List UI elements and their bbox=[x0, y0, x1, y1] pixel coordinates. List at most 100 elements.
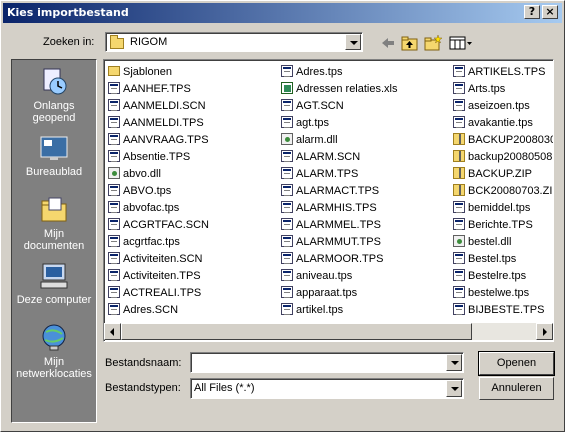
file-name: backup20080508 bbox=[468, 151, 553, 163]
file-item[interactable]: bestelwe.tps bbox=[449, 285, 553, 302]
document-icon bbox=[281, 303, 293, 315]
document-icon bbox=[453, 218, 465, 230]
file-item[interactable]: Activiteiten.SCN bbox=[104, 251, 277, 268]
place-my-documents[interactable]: Mijn documenten bbox=[12, 194, 96, 252]
file-item[interactable]: aniveau.tps bbox=[277, 268, 449, 285]
document-icon bbox=[281, 218, 293, 230]
file-item[interactable]: Berichte.TPS bbox=[449, 217, 553, 234]
file-item[interactable]: bestel.dll bbox=[449, 234, 553, 251]
file-item[interactable]: avakantie.tps bbox=[449, 115, 553, 132]
new-folder-icon bbox=[424, 34, 443, 51]
document-icon bbox=[108, 235, 120, 247]
file-item[interactable]: ALARM.TPS bbox=[277, 166, 449, 183]
scroll-left-button[interactable] bbox=[104, 323, 121, 340]
file-item[interactable]: AGT.SCN bbox=[277, 98, 449, 115]
file-item[interactable]: Sjablonen bbox=[104, 64, 277, 81]
place-my-computer-label: Deze computer bbox=[16, 294, 92, 306]
look-in-value: RIGOM bbox=[130, 36, 168, 48]
document-icon bbox=[453, 201, 465, 213]
filetype-select[interactable]: All Files (*.*) bbox=[190, 378, 464, 399]
file-item[interactable]: ACGRTFAC.SCN bbox=[104, 217, 277, 234]
file-item[interactable]: ALARMMEL.TPS bbox=[277, 217, 449, 234]
document-icon bbox=[281, 150, 293, 162]
file-item[interactable]: BACKUP2008030 bbox=[449, 132, 553, 149]
file-item[interactable]: ALARMACT.TPS bbox=[277, 183, 449, 200]
file-item[interactable]: ALARMHIS.TPS bbox=[277, 200, 449, 217]
cancel-button[interactable]: Annuleren bbox=[479, 377, 554, 400]
file-item[interactable]: ABVO.tps bbox=[104, 183, 277, 200]
view-menu-button[interactable] bbox=[448, 34, 474, 52]
place-desktop-label: Bureaublad bbox=[25, 166, 83, 178]
file-item[interactable]: AANMELDI.TPS bbox=[104, 115, 277, 132]
horizontal-scrollbar[interactable] bbox=[104, 323, 553, 340]
document-icon bbox=[453, 252, 465, 264]
file-item[interactable]: Absentie.TPS bbox=[104, 149, 277, 166]
title-bar[interactable]: Kies importbestand ? × bbox=[3, 3, 562, 23]
file-item[interactable]: AANVRAAG.TPS bbox=[104, 132, 277, 149]
file-name: abvofac.tps bbox=[123, 202, 180, 214]
document-icon bbox=[108, 286, 120, 298]
document-icon bbox=[453, 116, 465, 128]
document-icon bbox=[281, 252, 293, 264]
file-item[interactable]: Activiteiten.TPS bbox=[104, 268, 277, 285]
file-item[interactable]: ALARM.SCN bbox=[277, 149, 449, 166]
file-item[interactable]: AANHEF.TPS bbox=[104, 81, 277, 98]
place-desktop[interactable]: Bureaublad bbox=[12, 132, 96, 178]
scroll-right-button[interactable] bbox=[536, 323, 553, 340]
file-item[interactable]: BIJBESTE.TPS bbox=[449, 302, 553, 319]
file-item[interactable]: Arts.tps bbox=[449, 81, 553, 98]
filetype-dropdown-button[interactable] bbox=[446, 380, 462, 397]
file-item[interactable]: ARTIKELS.TPS bbox=[449, 64, 553, 81]
file-item[interactable]: bemiddel.tps bbox=[449, 200, 553, 217]
file-name: BIJBESTE.TPS bbox=[468, 304, 545, 316]
file-item[interactable]: BCK20080703.ZI bbox=[449, 183, 553, 200]
filename-dropdown-button[interactable] bbox=[446, 354, 462, 371]
file-item[interactable]: abvofac.tps bbox=[104, 200, 277, 217]
file-name: abvo.dll bbox=[123, 168, 161, 180]
close-button[interactable]: × bbox=[542, 5, 558, 19]
file-item[interactable]: ACTREALI.TPS bbox=[104, 285, 277, 302]
file-item[interactable]: AANMELDI.SCN bbox=[104, 98, 277, 115]
file-name: bemiddel.tps bbox=[468, 202, 531, 214]
place-recent[interactable]: Onlangs geopend bbox=[12, 66, 96, 124]
file-item[interactable]: ALARMMUT.TPS bbox=[277, 234, 449, 251]
file-name: alarm.dll bbox=[296, 134, 338, 146]
document-icon bbox=[453, 99, 465, 111]
file-item[interactable]: aseizoen.tps bbox=[449, 98, 553, 115]
file-item[interactable]: abvo.dll bbox=[104, 166, 277, 183]
document-icon bbox=[108, 184, 120, 196]
file-name: apparaat.tps bbox=[296, 287, 358, 299]
view-menu-icon bbox=[449, 36, 472, 50]
file-name: AANVRAAG.TPS bbox=[123, 134, 209, 146]
file-item[interactable]: apparaat.tps bbox=[277, 285, 449, 302]
filename-input[interactable] bbox=[193, 355, 443, 370]
file-item[interactable]: Adres.tps bbox=[277, 64, 449, 81]
file-item[interactable]: acgrtfac.tps bbox=[104, 234, 277, 251]
file-item[interactable]: Bestel.tps bbox=[449, 251, 553, 268]
file-item[interactable]: artikel.tps bbox=[277, 302, 449, 319]
file-list[interactable]: Sjablonen AANHEF.TPS AANMELDI.SCN AANMELDI.… bbox=[103, 59, 554, 342]
file-item[interactable]: BACKUP.ZIP bbox=[449, 166, 553, 183]
help-button[interactable]: ? bbox=[524, 5, 540, 19]
scroll-thumb[interactable] bbox=[121, 323, 472, 340]
file-name: Activiteiten.SCN bbox=[123, 253, 203, 265]
up-folder-button[interactable] bbox=[400, 34, 420, 52]
open-button[interactable]: Openen bbox=[478, 351, 555, 376]
file-item[interactable]: Adressen relaties.xls bbox=[277, 81, 449, 98]
new-folder-button[interactable] bbox=[423, 34, 443, 52]
file-item[interactable]: agt.tps bbox=[277, 115, 449, 132]
file-item[interactable]: alarm.dll bbox=[277, 132, 449, 149]
file-item[interactable]: backup20080508 bbox=[449, 149, 553, 166]
place-my-computer[interactable]: Deze computer bbox=[12, 260, 96, 306]
folder-icon bbox=[110, 35, 124, 49]
look-in-combo[interactable]: RIGOM bbox=[105, 32, 363, 52]
file-item[interactable]: Adres.SCN bbox=[104, 302, 277, 319]
look-in-dropdown-button[interactable] bbox=[345, 34, 361, 50]
file-item[interactable]: Bestelre.tps bbox=[449, 268, 553, 285]
file-name: ACGRTFAC.SCN bbox=[123, 219, 209, 231]
filename-combo[interactable] bbox=[190, 352, 464, 373]
my-computer-icon bbox=[40, 263, 68, 289]
back-button[interactable] bbox=[378, 34, 398, 52]
place-network[interactable]: Mijn netwerklocaties bbox=[12, 322, 96, 380]
file-item[interactable]: ALARMOOR.TPS bbox=[277, 251, 449, 268]
